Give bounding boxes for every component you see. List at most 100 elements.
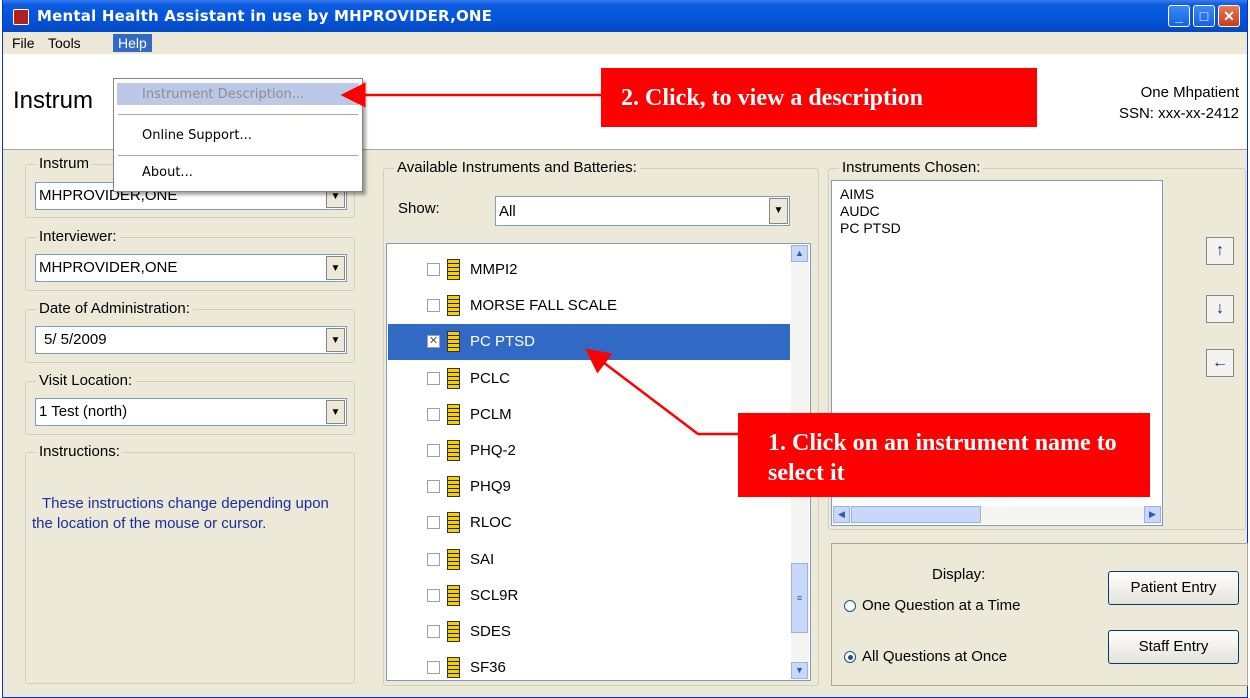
instrument-checkbox[interactable] — [427, 263, 440, 276]
instrument-name: SAI — [470, 550, 495, 568]
instrument-checkbox[interactable] — [427, 516, 440, 530]
radio-one-question[interactable] — [844, 600, 856, 612]
interviewer-label: Interviewer: — [36, 229, 120, 245]
remove-arrow-icon[interactable]: ← — [1206, 349, 1234, 377]
instrument-document-icon — [447, 295, 460, 317]
move-up-arrow-icon[interactable]: ↑ — [1206, 237, 1234, 265]
instrument-document-icon — [447, 657, 460, 679]
instrument-row[interactable]: SAI — [388, 542, 790, 578]
maximize-button[interactable]: □ — [1193, 5, 1215, 27]
menu-about[interactable]: About... — [142, 165, 193, 180]
instrument-row[interactable]: PCLC — [388, 361, 790, 397]
menu-instrument-description[interactable]: Instrument Description... — [142, 87, 304, 102]
chevron-down-icon[interactable]: ▼ — [326, 256, 345, 280]
instrument-checkbox[interactable] — [427, 661, 440, 675]
instrument-checkbox[interactable] — [427, 371, 440, 385]
patient-info: One Mhpatient SSN: xxx-xx-2412 — [1119, 82, 1239, 124]
menu-online-support[interactable]: Online Support... — [142, 128, 252, 143]
instrument-row[interactable]: PHQ9 — [388, 469, 790, 505]
instrument-row[interactable]: SDES — [388, 614, 790, 650]
date-value: 5/ 5/2009 — [44, 331, 107, 348]
chosen-item[interactable]: AIMS — [840, 186, 874, 202]
chosen-item[interactable]: PC PTSD — [840, 220, 901, 236]
instrument-checkbox[interactable] — [427, 552, 440, 566]
page-title: Instrum — [13, 87, 94, 114]
scroll-up-icon[interactable]: ▲ — [791, 245, 808, 262]
show-filter-combo[interactable]: All ▼ — [495, 196, 790, 226]
instrument-row[interactable]: PCLM — [388, 397, 790, 433]
patient-entry-button[interactable]: Patient Entry — [1108, 571, 1239, 605]
instrument-checkbox[interactable] — [427, 299, 440, 313]
radio-all-questions-label[interactable]: All Questions at Once — [862, 648, 1007, 665]
instrument-checkbox[interactable] — [427, 480, 440, 494]
menu-help[interactable]: Help — [113, 34, 152, 52]
instrument-row[interactable]: SCL9R — [388, 578, 790, 614]
instrument-checkbox[interactable] — [427, 444, 440, 457]
instrument-row[interactable]: RLOC — [388, 505, 790, 541]
instrument-checkbox[interactable] — [427, 625, 440, 638]
show-filter-value: All — [499, 203, 516, 220]
chevron-down-icon[interactable]: ▼ — [326, 328, 345, 352]
chosen-item[interactable]: AUDC — [840, 203, 880, 219]
instrument-document-icon — [447, 584, 460, 606]
menu-separator — [118, 114, 358, 115]
instrument-row[interactable]: MMPI2 — [388, 252, 790, 288]
display-label: Display: — [932, 566, 986, 583]
instructions-text: These instructions change depending upon… — [32, 495, 329, 532]
instrument-document-icon — [447, 331, 460, 353]
menu-bar: File Tools Help — [3, 32, 1247, 54]
move-down-arrow-icon[interactable]: ↓ — [1206, 295, 1234, 323]
instrument-row[interactable]: ✕ PC PTSD — [388, 324, 790, 361]
scroll-thumb[interactable]: ≡ — [791, 563, 808, 633]
instrument-checkbox[interactable]: ✕ — [427, 335, 440, 349]
patient-ssn: SSN: xxx-xx-2412 — [1118, 105, 1239, 122]
instrument-checkbox[interactable] — [427, 588, 440, 602]
instrument-admin-label: Instrum — [36, 156, 93, 172]
instrument-document-icon — [447, 548, 460, 570]
chosen-hscrollbar[interactable]: ◀ ▶ — [833, 506, 1161, 524]
callout-step-2: 2. Click, to view a description — [601, 68, 1037, 127]
instrument-row[interactable]: SF36 — [388, 650, 790, 686]
interviewer-combo[interactable]: MHPROVIDER,ONE ▼ — [35, 254, 347, 282]
instrument-name: SCL9R — [470, 586, 519, 604]
instrument-document-icon — [447, 512, 460, 534]
radio-all-questions[interactable] — [844, 651, 856, 663]
scroll-right-icon[interactable]: ▶ — [1144, 506, 1161, 523]
instrument-name: PHQ9 — [470, 478, 511, 496]
location-label: Visit Location: — [36, 373, 136, 389]
show-label: Show: — [398, 200, 440, 217]
instrument-document-icon — [447, 621, 460, 642]
window-title: Mental Health Assistant in use by MHPROV… — [37, 7, 493, 25]
radio-one-question-label[interactable]: One Question at a Time — [862, 597, 1020, 614]
menu-file[interactable]: File — [7, 34, 40, 52]
instrument-name: RLOC — [470, 514, 512, 532]
menu-separator — [118, 155, 358, 156]
chevron-down-icon[interactable]: ▼ — [326, 400, 345, 424]
instrument-document-icon — [447, 476, 460, 498]
display-panel: Display: One Question at a Time All Ques… — [831, 543, 1248, 686]
title-bar[interactable]: Mental Health Assistant in use by MHPROV… — [3, 0, 1247, 32]
instrument-name: PHQ-2 — [470, 442, 516, 459]
scroll-left-icon[interactable]: ◀ — [833, 506, 850, 523]
chevron-down-icon[interactable]: ▼ — [769, 198, 788, 224]
instrument-name: PCLM — [470, 405, 512, 423]
instrument-row[interactable]: PHQ-2 — [388, 433, 790, 469]
instrument-document-icon — [447, 259, 460, 280]
location-combo[interactable]: 1 Test (north) ▼ — [35, 398, 347, 426]
callout-step-1: 1. Click on an instrument name to select… — [738, 413, 1150, 497]
instrument-row[interactable]: MORSE FALL SCALE — [388, 288, 790, 324]
help-dropdown-menu: Instrument Description... Online Support… — [113, 78, 363, 192]
hscroll-thumb[interactable] — [851, 506, 981, 523]
menu-tools[interactable]: Tools — [43, 34, 86, 52]
date-combo[interactable]: 5/ 5/2009 ▼ — [35, 326, 347, 354]
staff-entry-button[interactable]: Staff Entry — [1108, 630, 1239, 664]
instructions-label: Instructions: — [36, 444, 123, 460]
scroll-down-icon[interactable]: ▼ — [791, 662, 808, 679]
app-window: Mental Health Assistant in use by MHPROV… — [2, 0, 1248, 698]
minimize-button[interactable]: _ — [1168, 5, 1190, 27]
instrument-name: PC PTSD — [470, 333, 536, 351]
instrument-name: PCLC — [470, 369, 511, 387]
close-button[interactable]: ✕ — [1218, 5, 1240, 27]
instrument-checkbox[interactable] — [427, 407, 440, 421]
interviewer-value: MHPROVIDER,ONE — [39, 259, 178, 276]
